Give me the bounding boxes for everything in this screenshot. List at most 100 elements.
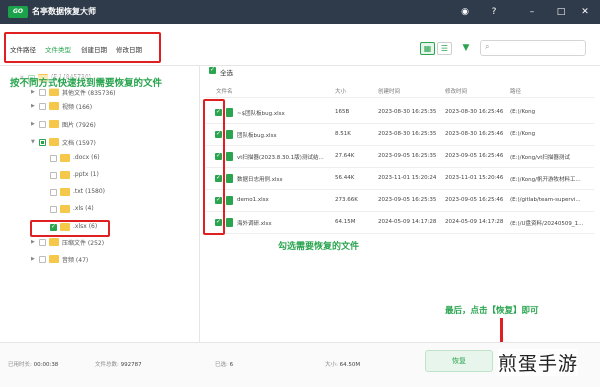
tree-item-checkbox[interactable] <box>39 121 46 128</box>
excel-file-icon <box>226 130 233 139</box>
tree-item-label: .docx (6) <box>73 154 100 161</box>
cell-name: 海外调研.xlsx <box>237 221 272 227</box>
tree-item-label: 视频 (166) <box>62 104 93 111</box>
table-row[interactable]: ~$团队板bug.xlsx 165B 2023-08-30 16:25:35 2023… <box>206 101 594 123</box>
excel-file-icon <box>226 218 233 227</box>
search-icon: ⌕ <box>485 42 490 51</box>
help-icon[interactable]: ? <box>487 5 501 19</box>
close-icon[interactable]: ✕ <box>578 5 592 19</box>
cell-path: (E:)/U盘资料/20240509_1... <box>510 221 584 227</box>
filter-icon[interactable]: ▼ <box>460 42 472 55</box>
tab-created-date[interactable]: 创建日期 <box>81 44 107 54</box>
column-header-path[interactable]: 路径 <box>510 87 521 95</box>
list-view-button[interactable]: ☰ <box>437 42 452 55</box>
cell-size: 8.51K <box>335 131 351 137</box>
annotation-find-files: 按不同方式快速找到需要恢复的文件 <box>10 75 163 89</box>
tree-item-label: .xls (4) <box>73 205 94 212</box>
excel-file-icon <box>226 152 233 161</box>
annotation-check-files: 勾选需要恢复的文件 <box>278 242 360 252</box>
tab-file-path[interactable]: 文件路径 <box>10 44 36 54</box>
total-files: 文件总数: 992787 <box>95 362 142 368</box>
tree-item-label: 图片 (7926) <box>62 122 96 129</box>
row-divider <box>206 233 594 234</box>
tree-item-label: .txt (1580) <box>73 188 106 195</box>
watermark: 煎蛋手游 <box>498 349 579 376</box>
chevron-right-icon[interactable]: ▶ <box>31 239 35 245</box>
selected-count: 已选: 6 <box>215 362 234 368</box>
cell-name: ~$团队板bug.xlsx <box>237 111 285 117</box>
chevron-right-icon[interactable]: ▶ <box>31 121 35 127</box>
cell-path: (E:)/Kong <box>510 109 536 115</box>
cell-created: 2023-08-30 16:25:35 <box>378 131 437 137</box>
cell-name: 团队板bug.xlsx <box>237 133 277 139</box>
tree-item-checkbox[interactable] <box>39 89 46 96</box>
tab-modified-date[interactable]: 修改日期 <box>116 44 142 54</box>
tree-item-label: 文档 (1597) <box>62 140 96 147</box>
chevron-right-icon[interactable]: ▶ <box>31 103 35 109</box>
tree-item-label: .pptx (1) <box>73 171 99 178</box>
column-header-modified[interactable]: 修改时间 <box>445 87 467 95</box>
user-circle-icon[interactable]: ◉ <box>458 5 472 19</box>
app-title: 名亭数据恢复大师 <box>32 7 96 16</box>
folder-icon <box>49 88 59 96</box>
cell-name: 数据日志用例.xlsx <box>237 177 283 183</box>
cell-created: 2024-05-09 14:17:28 <box>378 219 437 225</box>
table-row[interactable]: 团队板bug.xlsx 8.51K 2023-08-30 16:25:35 2023-… <box>206 123 594 145</box>
chevron-right-icon[interactable]: ▶ <box>31 89 35 95</box>
cell-size: 64.15M <box>335 219 356 225</box>
annotation-click-recover: 最后，点击【恢复】即可 <box>445 306 539 316</box>
minimize-icon[interactable]: – <box>525 5 539 19</box>
cell-size: 165B <box>335 109 350 115</box>
cell-size: 27.64K <box>335 153 355 159</box>
tree-item-checkbox[interactable] <box>39 256 46 263</box>
cell-path: (E:)/Kong <box>510 131 536 137</box>
cell-path: (E:)/Kong/vt扫描器测试 <box>510 155 570 161</box>
tree-item-label: 其他文件 (835736) <box>62 90 116 97</box>
select-all-label: 全选 <box>220 69 233 77</box>
column-header-created[interactable]: 创建时间 <box>378 87 400 95</box>
chevron-down-icon[interactable]: ▼ <box>31 139 35 145</box>
files-highlight-box <box>203 99 225 235</box>
select-all-checkbox[interactable] <box>209 66 216 74</box>
folder-icon <box>60 188 70 196</box>
folder-icon <box>49 102 59 110</box>
column-header-name[interactable]: 文件名 <box>216 87 233 95</box>
folder-icon <box>60 171 70 179</box>
folder-icon <box>49 120 59 128</box>
cell-modified: 2023-09-05 16:25:46 <box>445 197 504 203</box>
cell-modified: 2023-08-30 16:25:46 <box>445 109 504 115</box>
grid-view-icon: ▦ <box>423 44 432 53</box>
column-header-size[interactable]: 大小 <box>335 87 346 95</box>
cell-size: 273.66K <box>335 197 358 203</box>
tree-item-checkbox[interactable] <box>39 103 46 110</box>
tree-item-label: 音频 (47) <box>62 257 89 264</box>
cell-size: 56.44K <box>335 175 355 181</box>
table-row[interactable]: vt扫描器(2023.8.30.1版)测试结... 27.64K 2023-09-0… <box>206 145 594 167</box>
cell-path: (E:)/gitlab/team-supervi... <box>510 197 581 203</box>
elapsed-time: 已用时长: 00:00:38 <box>8 362 59 368</box>
chevron-right-icon[interactable]: ▶ <box>31 256 35 262</box>
search-input[interactable]: ⌕ <box>480 40 586 56</box>
list-view-icon: ☰ <box>440 44 449 53</box>
title-bar: GO 名亭数据恢复大师 ◉ ? – □ ✕ <box>0 0 600 24</box>
folder-icon <box>49 138 59 146</box>
maximize-icon[interactable]: □ <box>554 5 568 19</box>
tree-item-checkbox[interactable] <box>50 172 57 179</box>
cell-created: 2023-09-05 16:25:35 <box>378 197 437 203</box>
app-logo: GO <box>8 6 28 18</box>
tree-item-label: 压缩文件 (252) <box>62 240 105 247</box>
tree-item-checkbox[interactable] <box>50 189 57 196</box>
table-row[interactable]: 海外调研.xlsx 64.15M 2024-05-09 14:17:28 2024-0… <box>206 211 594 233</box>
cell-modified: 2023-09-05 16:25:46 <box>445 153 504 159</box>
tree-item-checkbox[interactable] <box>50 206 57 213</box>
tab-file-type[interactable]: 文件类型 <box>45 44 71 54</box>
table-row[interactable]: demo1.xlsx 273.66K 2023-09-05 16:25:35 2023… <box>206 189 594 211</box>
recover-button[interactable]: 恢复 <box>425 350 493 372</box>
table-row[interactable]: 数据日志用例.xlsx 56.44K 2023-11-01 15:20:24 2023… <box>206 167 594 189</box>
cell-created: 2023-08-30 16:25:35 <box>378 109 437 115</box>
tree-item-checkbox[interactable] <box>39 139 46 146</box>
xlsx-highlight-box <box>30 220 110 237</box>
tree-item-checkbox[interactable] <box>50 155 57 162</box>
tree-item-checkbox[interactable] <box>39 239 46 246</box>
grid-view-button[interactable]: ▦ <box>420 42 435 55</box>
